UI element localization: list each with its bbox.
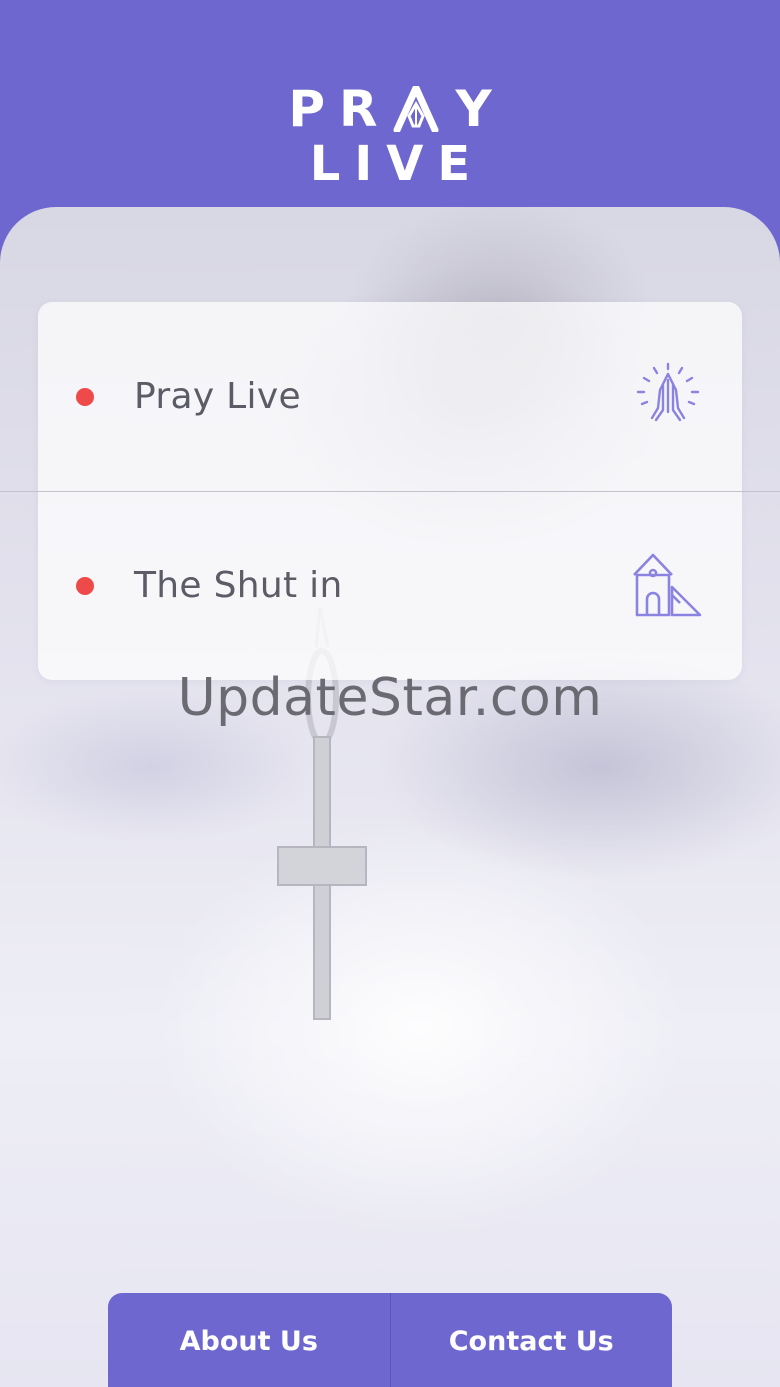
praying-hands-logo-icon: [393, 86, 439, 132]
app-logo: PR Y LIVE: [0, 84, 780, 188]
logo-text-y: Y: [455, 80, 506, 138]
red-dot-icon: [76, 387, 94, 406]
about-us-button[interactable]: About Us: [108, 1293, 390, 1387]
menu-item-pray-live[interactable]: Pray Live: [38, 302, 742, 491]
menu-item-label: The Shut in: [134, 565, 343, 606]
logo-text-live: LIVE: [309, 136, 485, 192]
red-dot-icon: [76, 576, 94, 595]
menu-item-the-shut-in[interactable]: The Shut in: [38, 491, 742, 680]
praying-hands-icon: [636, 362, 700, 422]
bottom-nav: About Us Contact Us: [108, 1293, 672, 1387]
logo-text-pr: PR: [288, 80, 392, 138]
contact-us-button[interactable]: Contact Us: [391, 1293, 673, 1387]
menu-card: Pray Live The Shut in: [0, 302, 780, 680]
watermark-text: UpdateStar.com: [177, 668, 603, 728]
app-header: PR Y LIVE: [0, 0, 780, 230]
menu-item-label: Pray Live: [134, 376, 301, 417]
house-icon: [633, 553, 702, 617]
